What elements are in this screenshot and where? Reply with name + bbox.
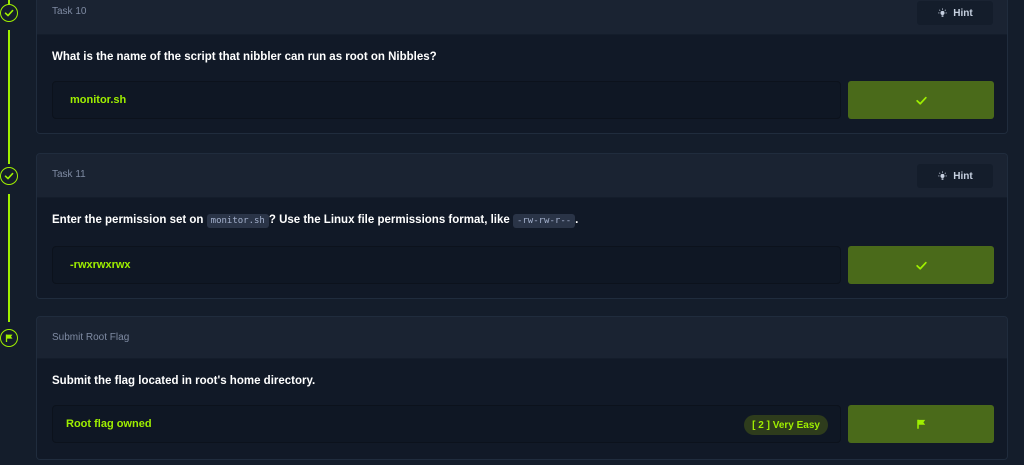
inline-code: -rw-rw-r-- (512, 214, 576, 228)
task-11-hint-label: Hint (953, 170, 973, 182)
task-10-answer-field[interactable]: monitor.sh (52, 81, 841, 119)
lightbulb-icon (938, 171, 947, 180)
task-11-hint-button[interactable]: Hint (917, 164, 993, 188)
task-11-title: Task 11 (52, 169, 86, 180)
task-10-submit-button[interactable] (848, 81, 994, 119)
root-flag-answer-field[interactable]: Root flag owned [ 2 ] Very Easy (52, 405, 841, 443)
root-flag-title: Submit Root Flag (52, 332, 130, 343)
task-10-card: Task 10 Hint What is the name of the scr… (36, 0, 1008, 134)
flag-icon (917, 419, 926, 429)
task-10-header: Task 10 Hint (37, 0, 1007, 35)
task-11-card: Task 11 Hint Enter the permission set on… (36, 153, 1008, 299)
check-icon (915, 96, 927, 105)
question-text: . (575, 214, 579, 226)
task-list: Task 10 Hint What is the name of the scr… (0, 0, 1024, 465)
timeline-line (8, 30, 10, 164)
task-11-body: Enter the permission set on monitor.sh? … (37, 198, 1007, 298)
question-text: ? Use the Linux file permissions format,… (268, 214, 510, 226)
difficulty-badge: [ 2 ] Very Easy (744, 415, 828, 435)
root-flag-card: Submit Root Flag Submit the flag located… (36, 316, 1008, 460)
task-11-status-check-icon (0, 167, 18, 185)
task-10-status-check-icon (0, 4, 18, 22)
task-10-title: Task 10 (52, 6, 87, 17)
task-10-body: What is the name of the script that nibb… (37, 35, 1007, 133)
root-flag-body: Submit the flag located in root's home d… (37, 359, 1007, 459)
timeline-line (8, 194, 10, 322)
task-11-submit-button[interactable] (848, 246, 994, 284)
task-11-question: Enter the permission set on monitor.sh? … (52, 214, 579, 228)
check-icon (915, 261, 927, 270)
question-text: Enter the permission set on (52, 214, 204, 226)
task-10-hint-label: Hint (953, 7, 973, 19)
inline-code: monitor.sh (206, 214, 269, 228)
lightbulb-icon (938, 8, 947, 17)
task-11-header: Task 11 Hint (37, 154, 1007, 198)
root-flag-submit-button[interactable] (848, 405, 994, 443)
task-10-question: What is the name of the script that nibb… (52, 51, 437, 63)
root-flag-status-flag-icon (0, 329, 18, 347)
task-10-hint-button[interactable]: Hint (917, 1, 993, 25)
task-11-answer-field[interactable]: -rwxrwxrwx (52, 246, 841, 284)
root-flag-answer-text: Root flag owned (66, 418, 152, 430)
root-flag-question: Submit the flag located in root's home d… (52, 375, 316, 387)
root-flag-header: Submit Root Flag (37, 317, 1007, 359)
